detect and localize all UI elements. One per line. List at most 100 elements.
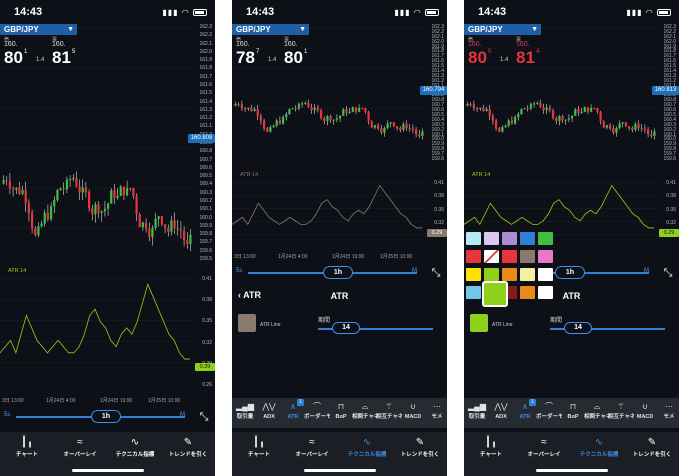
- indicator-tab[interactable]: ⊓ BoP: [328, 401, 354, 427]
- candle: [345, 109, 348, 113]
- nav-overlay[interactable]: ≈ オーバーレイ: [285, 436, 339, 458]
- pair-name: GBP/JPY: [4, 25, 39, 34]
- ask-price[interactable]: 81: [52, 48, 71, 68]
- bid-price[interactable]: 80: [468, 48, 487, 68]
- nav-technical[interactable]: ∿ テクニカル指標: [108, 436, 162, 458]
- indicator-icon: ▂▄▆: [236, 402, 254, 411]
- ask-price[interactable]: 80: [284, 48, 303, 68]
- candle: [167, 227, 170, 232]
- indicator-tab[interactable]: ⋯ モメ: [656, 401, 679, 427]
- nav-technical[interactable]: ∿ テクニカル指標: [340, 436, 394, 458]
- indicator-tab[interactable]: ∧ ATR 1: [280, 399, 306, 427]
- nav-chart[interactable]: ┃╻ チャート: [0, 436, 54, 458]
- selected-color[interactable]: [482, 281, 508, 307]
- timeframe-slider[interactable]: 5s 1h M ⤡: [232, 265, 447, 281]
- indicator-tab[interactable]: ∪ MACD: [400, 401, 426, 427]
- bid-price[interactable]: 80: [4, 48, 23, 68]
- collapse-icon[interactable]: ⤡: [429, 266, 443, 280]
- palette-color[interactable]: [484, 268, 499, 281]
- palette-color[interactable]: [466, 268, 481, 281]
- nav-overlay[interactable]: ≈ オーバーレイ: [53, 436, 107, 458]
- pair-selector[interactable]: GBP/JPY ▼: [232, 24, 309, 35]
- timeframe-thumb[interactable]: 1h: [91, 410, 121, 423]
- current-price-tag: 160.808: [188, 134, 215, 143]
- timeframe-thumb[interactable]: 1h: [323, 266, 353, 279]
- nav-overlay[interactable]: ≈ オーバーレイ: [517, 436, 571, 458]
- indicator-tab[interactable]: ∪ MACD: [632, 401, 658, 427]
- line-color-swatch[interactable]: [238, 314, 256, 332]
- indicator-tab[interactable]: ⊓ BoP: [560, 401, 586, 427]
- candle: [650, 134, 653, 136]
- nav-chart[interactable]: ┃╻ チャート: [464, 436, 518, 458]
- palette-color[interactable]: [502, 232, 517, 245]
- nav-draw-trend[interactable]: ✎ トレンドを引く: [625, 436, 679, 458]
- time-tick: 1月25日 10:00: [148, 398, 181, 404]
- price-tick: 159.6: [431, 156, 444, 162]
- candle: [138, 214, 141, 228]
- palette-color[interactable]: [466, 250, 481, 263]
- indicator-tab[interactable]: ⋀⋁ ADX: [488, 401, 514, 427]
- palette-color[interactable]: [538, 268, 553, 281]
- quote-panel[interactable]: 売 買 160. 160. 78 7 1.4 80 1: [234, 36, 310, 68]
- candle: [154, 218, 157, 229]
- timeframe-thumb[interactable]: 1h: [555, 266, 585, 279]
- palette-color[interactable]: [538, 232, 553, 245]
- indicator-tab[interactable]: ⌓ 相関チャネル/CMO: [584, 401, 610, 427]
- indicator-tab[interactable]: ⌒ ボーダーモメンタム: [304, 401, 330, 427]
- palette-color[interactable]: [520, 232, 535, 245]
- timeframe-slider[interactable]: 5s 1h M ⤡: [0, 409, 215, 425]
- ask-price[interactable]: 81: [516, 48, 535, 68]
- palette-color[interactable]: [520, 268, 535, 281]
- indicator-value-tag: 0.29: [427, 229, 447, 237]
- candle: [599, 111, 602, 122]
- palette-color[interactable]: [466, 286, 481, 299]
- collapse-icon[interactable]: ⤡: [197, 410, 211, 424]
- indicator-tab[interactable]: ⚚ 相互チャネル指標 アルティメット: [376, 401, 402, 427]
- nav-chart[interactable]: ┃╻ チャート: [232, 436, 286, 458]
- palette-color[interactable]: [520, 286, 535, 299]
- quote-panel[interactable]: 売 買 160. 160. 80 0 1.4 81 4: [466, 36, 542, 68]
- palette-color[interactable]: [466, 232, 481, 245]
- candle: [5, 180, 8, 182]
- candle: [532, 103, 536, 105]
- candle: [116, 195, 119, 198]
- indicator-tab[interactable]: ⌒ ボーダーモメンタム: [536, 401, 562, 427]
- quote-panel[interactable]: 売 買 160. 160. 80 1 1.4 81 5: [2, 36, 78, 68]
- indicator-tab[interactable]: ⌓ 相関チャネル/CMO: [352, 401, 378, 427]
- ask-prefix: 160.: [516, 41, 530, 48]
- indicator-tab[interactable]: ∧ ATR 1: [512, 399, 538, 427]
- pair-selector[interactable]: GBP/JPY ▼: [0, 24, 77, 35]
- indicator-tab[interactable]: ⚚ 相互チャネル指標 アルティメット: [608, 401, 634, 427]
- indicator-icon: ⚚: [617, 402, 625, 411]
- pair-selector[interactable]: GBP/JPY ▼: [464, 24, 541, 35]
- palette-color[interactable]: [502, 268, 517, 281]
- indicator-icon: ⌒: [313, 402, 321, 411]
- period-thumb[interactable]: 14: [332, 322, 360, 334]
- indicator-tab-label: ADX: [495, 414, 507, 420]
- candle: [507, 120, 510, 126]
- period-thumb[interactable]: 14: [564, 322, 592, 334]
- indicator-tab[interactable]: ▂▄▆ 取引量: [464, 401, 490, 427]
- indicator-tab[interactable]: ▂▄▆ 取引量: [232, 401, 258, 427]
- palette-color[interactable]: [538, 250, 553, 263]
- atr-indicator-chart[interactable]: [0, 272, 215, 390]
- nav-draw-trend[interactable]: ✎ トレンドを引く: [393, 436, 447, 458]
- palette-color[interactable]: [502, 250, 517, 263]
- indicator-tab[interactable]: ⋯ モメ: [424, 401, 447, 427]
- palette-color[interactable]: [484, 250, 499, 263]
- screen-atr-settings: 14:43 ▮▮▮ ◠ GBP/JPY ▼ 売 買 160. 160. 78 7 …: [232, 0, 447, 476]
- bid-price[interactable]: 78: [236, 48, 255, 68]
- indicator-tab[interactable]: ⋀⋁ ADX: [256, 401, 282, 427]
- candle: [18, 187, 21, 194]
- collapse-icon[interactable]: ⤡: [661, 266, 675, 280]
- price-tick: 159.7: [199, 239, 212, 246]
- candle: [405, 124, 408, 129]
- nav-draw-trend[interactable]: ✎ トレンドを引く: [161, 436, 215, 458]
- palette-color[interactable]: [538, 286, 553, 299]
- line-color-swatch[interactable]: [470, 314, 488, 332]
- palette-color[interactable]: [484, 232, 499, 245]
- atr-indicator-chart[interactable]: [232, 176, 447, 241]
- indicator-tick: 0.26: [202, 382, 212, 388]
- nav-technical[interactable]: ∿ テクニカル指標: [572, 436, 626, 458]
- palette-color[interactable]: [520, 250, 535, 263]
